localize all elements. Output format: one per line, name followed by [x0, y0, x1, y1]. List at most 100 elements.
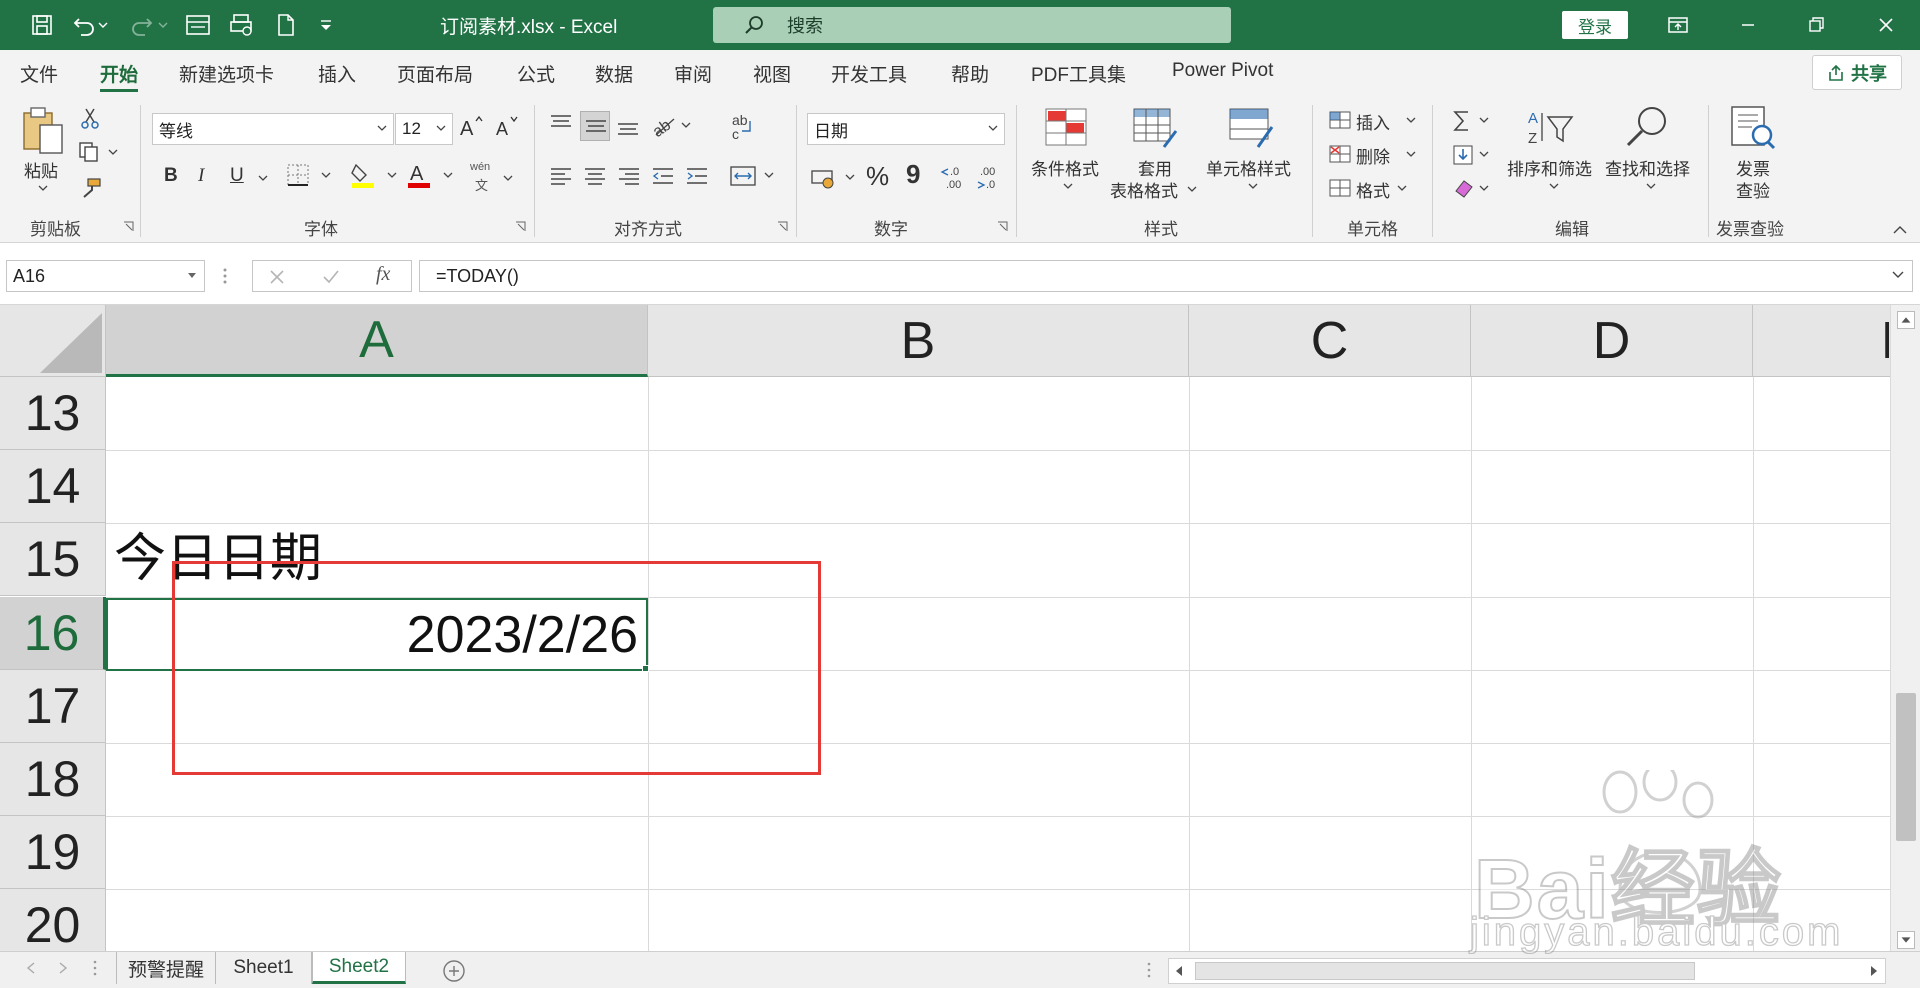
merge-center-icon[interactable] — [729, 163, 777, 194]
cell-styles-icon[interactable] — [1228, 107, 1274, 154]
chevron-down-icon[interactable] — [1397, 185, 1407, 191]
chevron-down-icon[interactable] — [1248, 183, 1258, 189]
phonetic-wen-char[interactable]: 文 — [475, 175, 488, 194]
tab-view[interactable]: 视图 — [753, 60, 791, 92]
increase-decimal-icon[interactable]: .0.00 — [940, 163, 970, 196]
align-left-icon[interactable] — [549, 165, 573, 192]
tab-file[interactable]: 文件 — [20, 60, 58, 92]
increase-indent-icon[interactable] — [685, 165, 709, 192]
underline-button[interactable]: U — [230, 165, 244, 187]
document-icon[interactable] — [266, 0, 306, 50]
delete-cells-label[interactable]: 删除 — [1356, 143, 1390, 168]
orientation-icon[interactable]: ab — [650, 113, 692, 144]
sheet-tab-alert[interactable]: 预警提醒 — [116, 952, 216, 984]
tab-pdf-tools[interactable]: PDF工具集 — [1031, 60, 1126, 92]
column-header-a[interactable]: A — [106, 305, 648, 377]
alignment-launcher-icon[interactable] — [777, 221, 788, 232]
cancel-icon[interactable] — [269, 269, 285, 285]
insert-cells-label[interactable]: 插入 — [1356, 109, 1390, 134]
prev-sheet-icon[interactable] — [26, 962, 36, 974]
ribbon-display-options-icon[interactable] — [1650, 0, 1706, 50]
comma-style-button[interactable]: 9 — [906, 159, 920, 190]
chevron-down-icon[interactable] — [1646, 183, 1656, 189]
number-format-select[interactable]: 日期 — [807, 113, 1005, 145]
format-cells-label[interactable]: 格式 — [1356, 177, 1390, 202]
chevron-down-icon[interactable] — [1549, 183, 1559, 189]
horizontal-scrollbar[interactable] — [1168, 958, 1886, 984]
column-header-e[interactable]: E — [1753, 305, 1890, 377]
column-header-d[interactable]: D — [1471, 305, 1753, 377]
select-all-corner[interactable] — [0, 305, 106, 377]
chevron-down-icon[interactable] — [1187, 186, 1197, 192]
underline-dropdown-icon[interactable] — [258, 175, 268, 181]
tab-home[interactable]: 开始 — [100, 60, 139, 92]
row-header-18[interactable]: 18 — [0, 743, 106, 816]
number-launcher-icon[interactable] — [997, 221, 1008, 232]
conditional-formatting-label[interactable]: 条件格式 — [1031, 155, 1099, 180]
form-icon[interactable] — [178, 0, 218, 50]
align-right-icon[interactable] — [617, 165, 641, 192]
conditional-formatting-icon[interactable] — [1044, 107, 1088, 152]
paste-label[interactable]: 粘贴 — [24, 157, 58, 182]
horizontal-scroll-thumb[interactable] — [1195, 962, 1695, 980]
decrease-indent-icon[interactable] — [651, 165, 675, 192]
undo-icon[interactable] — [64, 0, 118, 50]
tab-page-layout[interactable]: 页面布局 — [397, 60, 473, 92]
scroll-left-icon[interactable] — [1174, 965, 1184, 977]
tab-help[interactable]: 帮助 — [951, 60, 989, 92]
font-launcher-icon[interactable] — [515, 221, 526, 232]
wrap-text-icon[interactable]: ab c — [730, 112, 756, 146]
tab-insert[interactable]: 插入 — [318, 60, 356, 92]
sort-filter-label[interactable]: 排序和筛选 — [1507, 155, 1592, 180]
autosum-icon[interactable] — [1452, 109, 1492, 138]
share-button[interactable]: 共享 — [1812, 55, 1902, 90]
scroll-up-icon[interactable] — [1897, 311, 1915, 329]
decrease-decimal-icon[interactable]: .00.0 — [976, 163, 1006, 196]
format-as-table-icon[interactable] — [1132, 107, 1178, 154]
column-header-b[interactable]: B — [648, 305, 1189, 377]
row-header-14[interactable]: 14 — [0, 450, 106, 523]
sheet-tab-sheet2[interactable]: Sheet2 — [312, 952, 406, 984]
tab-formulas[interactable]: 公式 — [517, 60, 555, 92]
accounting-format-icon[interactable] — [810, 165, 858, 196]
print-preview-icon[interactable] — [222, 0, 262, 50]
cut-icon[interactable] — [80, 107, 100, 134]
fill-color-icon[interactable] — [350, 161, 398, 196]
scroll-right-icon[interactable] — [1869, 965, 1879, 977]
phonetic-dropdown-icon[interactable] — [503, 175, 513, 181]
save-icon[interactable] — [22, 0, 62, 50]
delete-cells-icon[interactable] — [1328, 143, 1352, 170]
align-middle-icon[interactable] — [580, 111, 610, 141]
align-top-icon[interactable] — [549, 113, 573, 140]
font-size-select[interactable]: 12 — [395, 113, 453, 145]
restore-icon[interactable] — [1788, 0, 1844, 50]
font-name-select[interactable]: 等线 — [152, 113, 394, 145]
invoice-check-label-2[interactable]: 查验 — [1736, 177, 1770, 202]
bold-button[interactable]: B — [164, 165, 178, 187]
format-as-table-label-2[interactable]: 表格格式 — [1110, 177, 1178, 202]
sheet-tab-sheet1[interactable]: Sheet1 — [216, 952, 312, 984]
customize-toolbar-icon[interactable] — [306, 0, 346, 50]
insert-function-button[interactable]: fx — [376, 263, 390, 286]
chevron-down-icon[interactable] — [1406, 117, 1416, 123]
align-bottom-icon[interactable] — [616, 115, 640, 142]
italic-button[interactable]: I — [198, 165, 204, 187]
invoice-check-icon[interactable] — [1728, 105, 1778, 156]
tab-new-tab[interactable]: 新建选项卡 — [179, 60, 274, 92]
paste-icon[interactable] — [20, 105, 66, 164]
row-header-20[interactable]: 20 — [0, 889, 106, 951]
collapse-ribbon-icon[interactable] — [1893, 225, 1907, 234]
tab-data[interactable]: 数据 — [595, 60, 633, 92]
search-box[interactable]: 搜索 — [713, 7, 1231, 43]
vertical-scrollbar[interactable] — [1890, 305, 1920, 955]
chevron-down-icon[interactable] — [1406, 151, 1416, 157]
name-box[interactable]: A16 — [6, 260, 205, 292]
increase-font-size-icon[interactable]: A — [458, 113, 486, 146]
format-cells-icon[interactable] — [1328, 177, 1352, 204]
login-button[interactable]: 登录 — [1562, 11, 1628, 39]
add-sheet-icon[interactable] — [442, 959, 466, 983]
borders-icon[interactable] — [286, 163, 332, 194]
scroll-down-icon[interactable] — [1897, 931, 1915, 949]
next-sheet-icon[interactable] — [58, 962, 68, 974]
tab-developer[interactable]: 开发工具 — [831, 60, 907, 92]
